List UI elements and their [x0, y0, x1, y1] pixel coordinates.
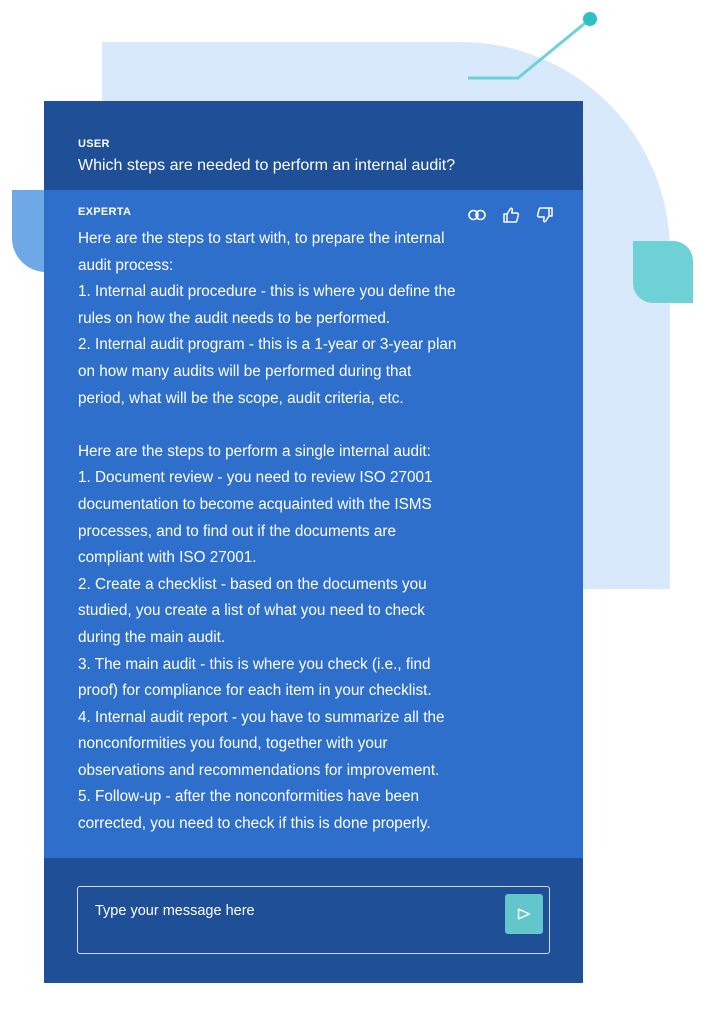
answer-line: 1. Internal audit procedure - this is wh… [78, 283, 456, 301]
answer-line: 3. The main audit - this is where you ch… [78, 655, 431, 673]
answer-line: 2. Create a checklist - based on the doc… [78, 575, 427, 593]
answer-line: period, what will be the scope, audit cr… [78, 389, 404, 407]
thumbs-down-button[interactable] [535, 206, 555, 224]
answer-line: rules on how the audit needs to be perfo… [78, 309, 391, 327]
answer-line: documentation to become acquainted with … [78, 495, 432, 513]
message-input-box [77, 886, 550, 954]
answer-line: Here are the steps to perform a single i… [78, 442, 431, 460]
message-actions [467, 206, 555, 224]
answer-line: studied, you create a list of what you n… [78, 602, 425, 620]
user-role-label: USER [78, 138, 110, 150]
user-message: USER Which steps are needed to perform a… [44, 101, 583, 190]
answer-line: 1. Document review - you need to review … [78, 469, 433, 487]
thumbs-up-button[interactable] [501, 206, 521, 224]
answer-line: Here are the steps to start with, to pre… [78, 230, 445, 247]
composer-area [44, 858, 583, 983]
thumbs-up-icon [503, 207, 520, 223]
answer-line [78, 412, 478, 439]
link-icon [468, 209, 486, 221]
answer-line: 2. Internal audit program - this is a 1-… [78, 336, 457, 354]
answer-line: audit process: [78, 256, 174, 274]
assistant-message: EXPERTA Here are the steps to start with… [44, 190, 583, 858]
send-button[interactable] [505, 894, 543, 934]
answer-line: compliant with ISO 27001. [78, 549, 257, 567]
answer-line: proof) for compliance for each item in y… [78, 682, 432, 700]
user-message-text: Which steps are needed to perform an int… [78, 157, 456, 174]
answer-line: during the main audit. [78, 628, 226, 646]
answer-line: on how many audits will be performed dur… [78, 362, 412, 380]
message-input[interactable] [95, 901, 485, 921]
assistant-answer-text: Here are the steps to start with, to pre… [78, 226, 478, 838]
thumbs-down-icon [536, 207, 553, 223]
answer-line: 4. Internal audit report - you have to s… [78, 708, 445, 726]
answer-line: observations and recommendations for imp… [78, 761, 440, 779]
answer-line: processes, and to find out if the docume… [78, 522, 397, 540]
answer-line: corrected, you need to check if this is … [78, 815, 431, 833]
send-icon [517, 908, 531, 920]
decorative-shape-right [633, 241, 693, 303]
chat-window: USER Which steps are needed to perform a… [44, 101, 583, 983]
answer-line: 5. Follow-up - after the nonconformities… [78, 788, 419, 806]
answer-line: nonconformities you found, together with… [78, 735, 388, 753]
copy-link-button[interactable] [467, 206, 487, 224]
